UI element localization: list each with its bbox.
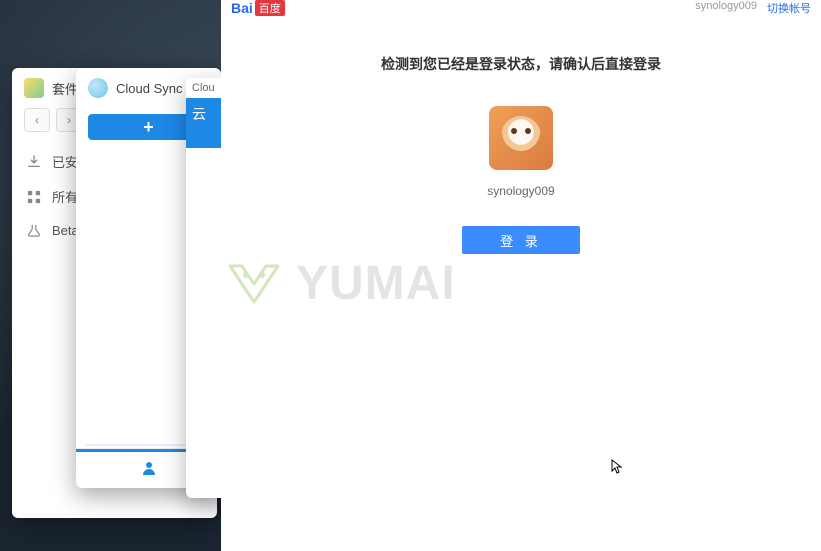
chevron-left-icon: ‹ bbox=[35, 113, 39, 127]
login-button[interactable]: 登 录 bbox=[462, 226, 580, 254]
plus-icon: + bbox=[143, 117, 154, 138]
beta-icon bbox=[26, 222, 42, 238]
grid-icon bbox=[26, 189, 42, 205]
pkg-app-icon bbox=[24, 78, 44, 98]
browser-login-page: Bai 百度 synology009 切换帐号 检测到您已经是登录状态，请确认后… bbox=[221, 0, 821, 551]
chevron-right-icon: › bbox=[67, 113, 71, 127]
logo-text-blue: Bai bbox=[231, 0, 253, 16]
switch-account-link[interactable]: 切换帐号 bbox=[767, 0, 811, 16]
header-username: synology009 bbox=[695, 0, 757, 16]
sidebar-item-label: Beta bbox=[52, 223, 79, 238]
login-message: 检测到您已经是登录状态，请确认后直接登录 bbox=[221, 54, 821, 74]
user-avatar bbox=[489, 106, 553, 170]
login-button-label: 登 录 bbox=[500, 231, 542, 250]
user-icon bbox=[141, 460, 157, 481]
nav-back-button[interactable]: ‹ bbox=[24, 108, 50, 132]
mouse-cursor bbox=[611, 459, 623, 478]
username-label: synology009 bbox=[221, 184, 821, 198]
logo-text-red: 百度 bbox=[255, 0, 285, 16]
cs-title: Cloud Sync bbox=[116, 81, 182, 96]
cloud-sync-icon bbox=[88, 78, 108, 98]
baidu-logo[interactable]: Bai 百度 bbox=[231, 0, 285, 16]
download-icon bbox=[26, 154, 42, 170]
